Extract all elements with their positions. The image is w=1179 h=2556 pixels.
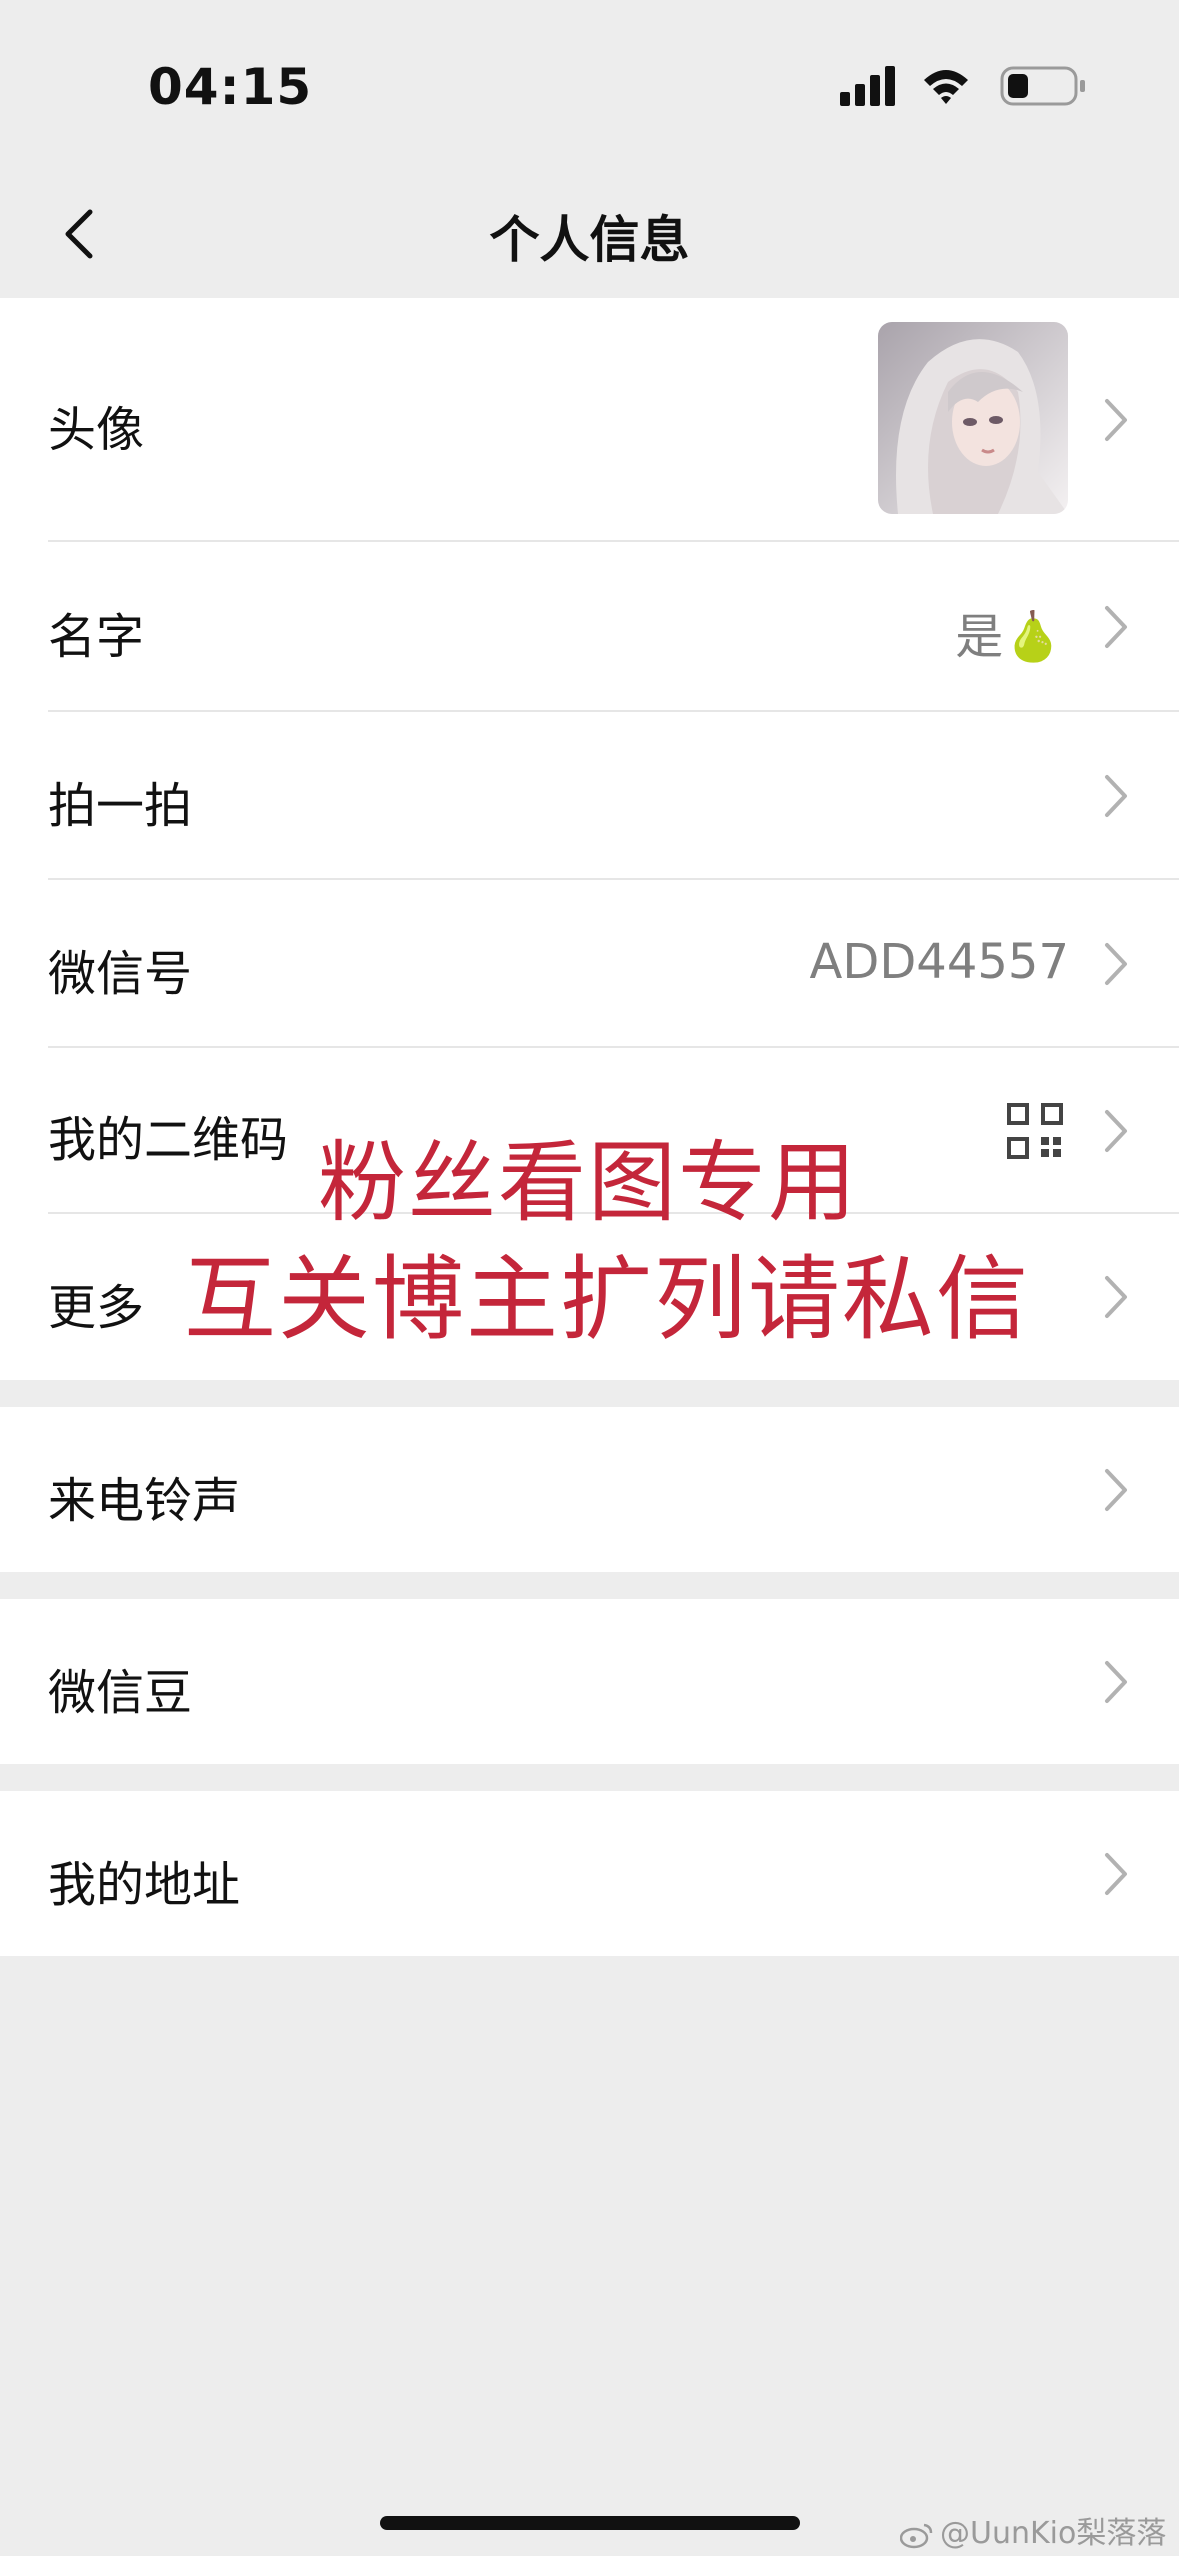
status-bar: 04:15 [0,0,1179,170]
watermark: @UunKio梨落落 [900,2508,1166,2552]
row-wechat-id[interactable]: 微信号 ADD44557 [0,880,1179,1048]
home-indicator[interactable] [380,2516,800,2530]
row-label: 微信号 [48,946,193,1002]
row-wechat-beans[interactable]: 微信豆 [0,1599,1179,1764]
chevron-right-icon [1105,775,1127,817]
page-title: 个人信息 [489,211,690,269]
chevron-right-icon [1105,1853,1127,1895]
row-name[interactable]: 名字 是🍐 [0,542,1179,712]
row-ringtone[interactable]: 来电铃声 [0,1407,1179,1572]
nav-bar: 个人信息 [0,170,1179,298]
row-pat[interactable]: 拍一拍 [0,712,1179,880]
chevron-right-icon [1105,606,1127,648]
chevron-right-icon [1105,399,1127,441]
name-value: 是🍐 [955,609,1063,665]
status-icons [840,62,1100,112]
wechat-id-value: ADD44557 [809,934,1069,990]
chevron-right-icon [1105,1469,1127,1511]
overlay-text-line2: 互关博主扩列请私信 [184,1246,1031,1353]
chevron-right-icon [1105,1110,1127,1152]
status-time: 04:15 [148,58,313,116]
chevron-right-icon [1105,1276,1127,1318]
battery-icon [1000,66,1085,106]
row-label: 拍一拍 [48,778,193,834]
weibo-icon [900,2523,933,2548]
chevron-right-icon [1105,1661,1127,1703]
overlay-text-line1: 粉丝看图专用 [318,1131,859,1234]
row-label: 我的二维码 [48,1112,289,1168]
qr-code-icon [1007,1103,1063,1159]
row-label: 来电铃声 [48,1473,241,1529]
row-label: 名字 [48,609,145,665]
row-label: 微信豆 [48,1665,193,1721]
watermark-text: @UunKio梨落落 [940,2516,1167,2551]
chevron-right-icon [1105,943,1127,985]
row-label: 我的地址 [48,1857,241,1913]
row-address[interactable]: 我的地址 [0,1791,1179,1956]
wifi-icon [924,70,968,104]
row-label: 头像 [48,402,145,458]
row-label: 更多 [48,1280,145,1336]
avatar[interactable] [878,322,1068,514]
signal-icon [840,66,895,106]
